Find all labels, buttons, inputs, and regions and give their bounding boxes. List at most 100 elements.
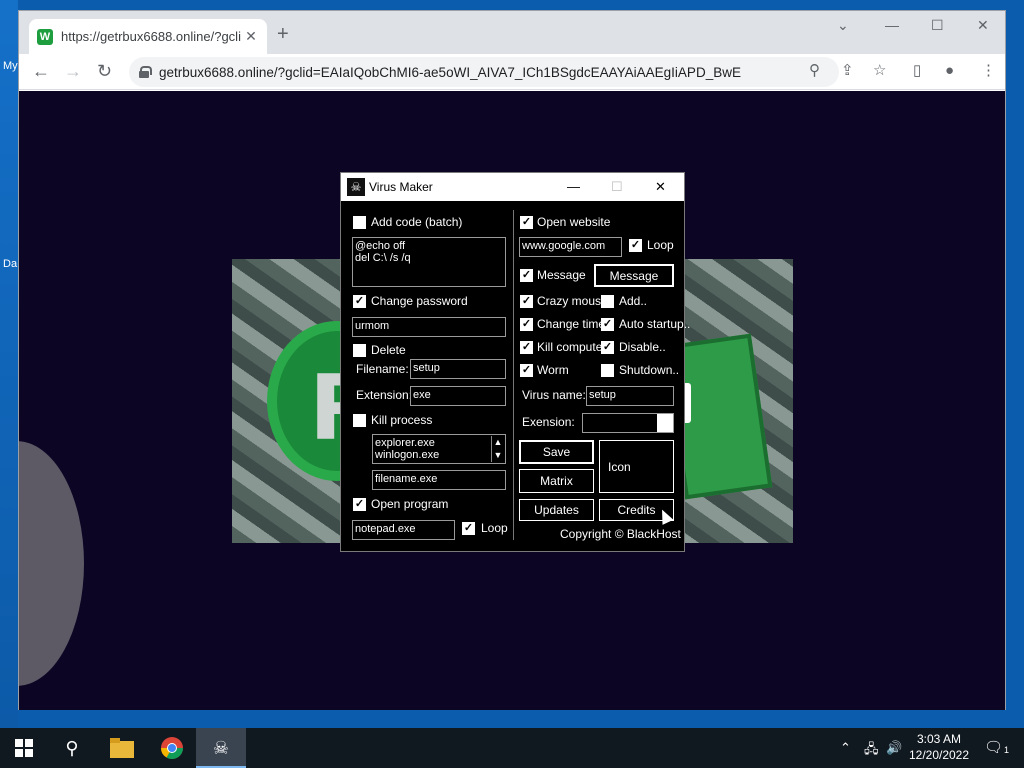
shutdown-checkbox[interactable]: [601, 364, 614, 377]
matrix-button[interactable]: Matrix: [519, 469, 594, 493]
add-code-checkbox[interactable]: [353, 216, 366, 229]
updates-button[interactable]: Updates: [519, 499, 594, 521]
add-checkbox[interactable]: [601, 295, 614, 308]
back-arrow-icon[interactable]: ←: [32, 62, 50, 80]
disable-label: Disable..: [619, 340, 666, 354]
desktop-background: [0, 0, 18, 728]
open-program-checkbox[interactable]: ✓: [353, 498, 366, 511]
website-input[interactable]: www.google.com: [519, 237, 622, 257]
scroll-down-icon[interactable]: ▼: [492, 449, 504, 462]
notification-center-icon[interactable]: 🗨: [984, 738, 1003, 756]
close-window-button[interactable]: ✕: [977, 17, 989, 34]
open-website-checkbox[interactable]: ✓: [520, 216, 533, 229]
process-listbox[interactable]: explorer.exe winlogon.exe: [372, 434, 506, 464]
browser-window: W https://getrbux6688.online/?gcli ✕ + ⌄…: [18, 10, 1006, 710]
file-explorer-icon[interactable]: [110, 736, 134, 760]
dropdown-arrow-icon[interactable]: [657, 414, 673, 432]
auto-startup-checkbox[interactable]: ✓: [601, 318, 614, 331]
new-tab-button[interactable]: +: [277, 24, 289, 44]
window-title: Virus Maker: [369, 180, 433, 194]
menu-dots-icon[interactable]: ⋮: [981, 63, 996, 79]
change-time-checkbox[interactable]: ✓: [520, 318, 533, 331]
bookmark-star-icon[interactable]: ☆: [873, 63, 886, 79]
volume-icon[interactable]: 🔊: [886, 740, 902, 756]
save-button[interactable]: Save: [519, 440, 594, 464]
share-icon[interactable]: ⇪: [841, 63, 854, 79]
minimize-button[interactable]: —: [885, 17, 899, 33]
program-input[interactable]: notepad.exe: [352, 520, 455, 540]
change-password-label: Change password: [371, 294, 468, 308]
website-loop-checkbox[interactable]: ✓: [629, 239, 642, 252]
auto-startup-label: Auto startup..: [619, 317, 691, 331]
kill-computer-label: Kill computer: [537, 340, 607, 354]
virus-maker-taskbar-icon[interactable]: ☠: [209, 736, 233, 760]
search-icon[interactable]: ⚲: [809, 63, 820, 79]
worm-checkbox[interactable]: ✓: [520, 364, 533, 377]
column-divider: [513, 210, 514, 540]
delete-checkbox[interactable]: [353, 344, 366, 357]
delete-extension-input[interactable]: exe: [410, 386, 506, 406]
vm-close-button[interactable]: ✕: [655, 179, 666, 195]
virus-name-input[interactable]: setup: [586, 386, 674, 406]
message-label: Message: [537, 268, 586, 282]
address-bar[interactable]: getrbux6688.online/?gclid=EAIaIQobChMI6-…: [129, 57, 839, 87]
vm-minimize-button[interactable]: —: [567, 179, 580, 194]
virus-name-label: Virus name:: [522, 388, 586, 402]
kill-process-label: Kill process: [371, 413, 433, 427]
password-input[interactable]: urmom: [352, 317, 506, 337]
disable-checkbox[interactable]: ✓: [601, 341, 614, 354]
browser-toolbar: ← → ↻ getrbux6688.online/?gclid=EAIaIQob…: [19, 54, 1005, 90]
browser-tab[interactable]: W https://getrbux6688.online/?gcli ✕: [29, 19, 267, 54]
open-program-label: Open program: [371, 497, 449, 511]
kill-process-checkbox[interactable]: [353, 414, 366, 427]
lock-icon: [139, 66, 152, 78]
reload-icon[interactable]: ↻: [97, 62, 112, 80]
profile-avatar-icon[interactable]: ●: [945, 63, 954, 79]
icon-picker-button[interactable]: Icon: [599, 440, 674, 493]
desktop-icon-label-my[interactable]: My: [3, 60, 18, 72]
kill-computer-checkbox[interactable]: ✓: [520, 341, 533, 354]
shutdown-label: Shutdown..: [619, 363, 680, 377]
tab-bar: W https://getrbux6688.online/?gcli ✕ + ⌄…: [19, 11, 1005, 54]
desktop-icon-label-da[interactable]: Da: [3, 258, 17, 270]
message-button[interactable]: Message: [594, 264, 674, 287]
taskbar-clock[interactable]: 3:03 AM 12/20/2022: [904, 731, 974, 763]
program-loop-checkbox[interactable]: ✓: [462, 522, 475, 535]
close-tab-icon[interactable]: ✕: [243, 28, 259, 45]
tab-search-chevron-icon[interactable]: ⌄: [837, 17, 849, 34]
worm-label: Worm: [537, 363, 569, 377]
web-page-content: R ☠ Virus Maker — ☐ ✕ Add code (batch) @…: [19, 91, 1005, 710]
forward-arrow-icon[interactable]: →: [64, 62, 82, 80]
crazy-mouse-label: Crazy mouse: [537, 294, 608, 308]
pirate-flag-icon: ☠: [347, 178, 365, 196]
change-password-checkbox[interactable]: ✓: [353, 295, 366, 308]
maximize-button[interactable]: ☐: [931, 17, 944, 34]
clock-date: 12/20/2022: [908, 748, 970, 762]
windows-start-icon[interactable]: [12, 736, 36, 760]
add-code-label: Add code (batch): [371, 215, 463, 229]
search-icon[interactable]: ⚲: [60, 736, 84, 760]
filename-label: Filename:: [356, 362, 409, 376]
vm-maximize-button[interactable]: ☐: [611, 179, 623, 195]
delete-filename-input[interactable]: setup: [410, 359, 506, 379]
process-list-scrollbar[interactable]: ▲ ▼: [491, 436, 504, 462]
show-hidden-icons-chevron-icon[interactable]: ⌃: [840, 740, 851, 756]
copyright-text: Copyright © BlackHost: [560, 527, 681, 541]
change-time-label: Change time: [537, 317, 606, 331]
url-text: getrbux6688.online/?gclid=EAIaIQobChMI6-…: [159, 64, 741, 80]
extension-label: Extension:: [356, 388, 413, 402]
crazy-mouse-checkbox[interactable]: ✓: [520, 295, 533, 308]
kill-process-filename-input[interactable]: filename.exe: [372, 470, 506, 490]
chrome-icon[interactable]: [160, 736, 184, 760]
network-icon[interactable]: 🖧: [864, 740, 879, 762]
virus-maker-window: ☠ Virus Maker — ☐ ✕ Add code (batch) @ec…: [340, 172, 690, 552]
scroll-up-icon[interactable]: ▲: [492, 436, 504, 449]
program-loop-label: Loop: [481, 521, 508, 535]
notification-count: 1: [1004, 745, 1010, 755]
tab-title: https://getrbux6688.online/?gcli: [61, 29, 241, 44]
message-checkbox[interactable]: ✓: [520, 269, 533, 282]
decorative-blob: [19, 441, 84, 686]
batch-code-textarea[interactable]: @echo off del C:\ /s /q: [352, 237, 506, 287]
virus-maker-titlebar: ☠ Virus Maker — ☐ ✕: [341, 173, 684, 201]
side-panel-icon[interactable]: ▯: [913, 63, 921, 79]
